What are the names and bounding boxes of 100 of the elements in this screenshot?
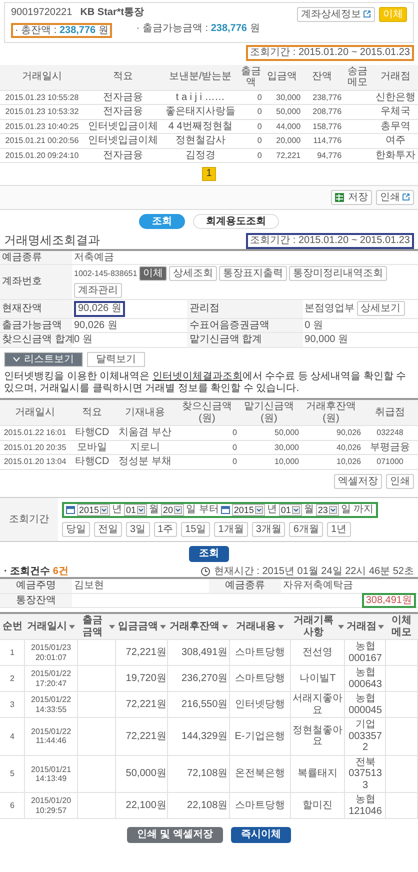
date-select[interactable]: 2015	[77, 504, 110, 516]
table-cell: 50,000원	[116, 755, 168, 792]
unit-label: 월	[304, 504, 314, 516]
table-cell: 치움겸 부산	[114, 426, 176, 440]
tool-button[interactable]: 엑셀저장	[334, 474, 382, 488]
table-cell: 전북 0375133	[344, 755, 386, 792]
field-value: 자유저축예탁금	[283, 580, 353, 591]
column-header: 거래일시	[0, 64, 84, 90]
field-value: 90,000 원	[304, 334, 348, 346]
table-cell: 10,026	[300, 454, 362, 469]
table-cell: 정현철감사	[162, 134, 240, 148]
action-button[interactable]: 통장표지출력	[219, 266, 288, 281]
action-button[interactable]: 이체	[139, 266, 168, 281]
date-select[interactable]: 01	[278, 504, 302, 516]
column-header: 적요	[84, 64, 162, 90]
field-label: 계좌번호	[0, 264, 72, 300]
print-button[interactable]: 인쇄	[376, 190, 414, 204]
table-cell: 238,776	[302, 90, 343, 104]
table-cell: 20,000	[262, 134, 302, 148]
notice-link[interactable]: 인터넷이체결과조회	[152, 371, 242, 382]
table-cell: 농협 000643	[344, 666, 386, 692]
table-cell: 40,026	[300, 440, 362, 454]
column-header: 출금액	[239, 64, 263, 90]
view-tab[interactable]: 달력보기	[87, 352, 145, 367]
period-button[interactable]: 3개월	[252, 522, 286, 537]
table-cell: 김정경	[162, 148, 240, 162]
action-button[interactable]: 상세보기	[356, 301, 405, 316]
period-button[interactable]: 1주	[154, 522, 178, 537]
period-button[interactable]: 6개월	[289, 522, 323, 537]
field-label: 출금가능금액	[0, 318, 72, 332]
table-cell: 3	[0, 692, 25, 718]
caret-icon	[174, 506, 182, 514]
column-header: 잔액	[302, 64, 343, 90]
table-cell: 타행CD	[70, 454, 114, 469]
table-cell: 2015/01/22 17:20:47	[24, 666, 78, 692]
date-select[interactable]: 23	[316, 504, 339, 516]
account-detail-button[interactable]: 계좌상세정보	[297, 7, 375, 22]
action-button[interactable]: 계좌관리	[74, 283, 122, 298]
column-header: 순번	[2, 620, 22, 632]
table-cell: 2015.01.20 13:04	[0, 454, 70, 469]
table-cell: 90,026	[300, 426, 362, 440]
table-cell: 2015/01/23 20:01:07	[24, 640, 78, 666]
table-cell: 0	[239, 104, 263, 119]
notice-text: 인터넷뱅킹을 이용한 이체내역은 인터넷이체결과조회에서 수수료 등 상세내역을 확인할 수 있으며, 거래일시를 클릭하시면 거래별 정보를 확인할 수 있습니다.	[3, 371, 408, 394]
field-value: 308,491원	[362, 592, 416, 608]
table-cell: 우체국	[372, 104, 418, 119]
clock-icon	[200, 566, 210, 576]
action-button[interactable]: 상세조회	[169, 266, 218, 281]
table-cell: 전선영	[290, 640, 345, 666]
table-cell: 2015.01.23 10:55:28	[0, 90, 84, 104]
field-label: 수표어음증권금액	[187, 318, 303, 332]
action-button[interactable]: 인쇄 및 엑셀저장	[127, 827, 223, 842]
table-cell: 기업 0033572	[344, 718, 386, 755]
tool-button[interactable]: 인쇄	[386, 474, 414, 488]
column-header: 입금금액	[118, 620, 158, 632]
table-cell: 정현철좋아요	[290, 718, 345, 755]
column-header: 취급점	[362, 399, 418, 426]
period-button[interactable]: 1개월	[214, 522, 248, 537]
action-button[interactable]: 통장미정리내역조회	[289, 266, 388, 281]
table-cell: 2015/01/21 14:13:49	[24, 755, 78, 792]
view-tab[interactable]: 리스트보기	[4, 352, 83, 367]
table-cell: 071000	[362, 454, 418, 469]
table-cell: 스마트당행	[229, 666, 290, 692]
date-select[interactable]: 20	[161, 504, 184, 516]
table-cell: 94,776	[302, 148, 343, 162]
field-label: 통장잔액	[0, 593, 72, 608]
table-cell: 0	[239, 119, 263, 134]
table-cell: 4	[0, 718, 25, 755]
table-cell: 한화투자	[372, 148, 418, 162]
period-button[interactable]: 3일	[126, 522, 150, 537]
date-select[interactable]: 2015	[232, 504, 265, 516]
column-header: 거래후잔액	[170, 620, 220, 632]
field-value: 1002-145-838651	[74, 268, 138, 278]
table-cell: 2015/01/22 14:33:55	[24, 692, 78, 718]
table-cell: 지로니	[114, 440, 176, 454]
unit-label: 년	[112, 504, 122, 516]
search-button[interactable]: 조회	[189, 546, 229, 562]
date-select[interactable]: 01	[124, 504, 148, 516]
period-text: 조회기간 : 2015.01.20 ~ 2015.01.23	[246, 233, 414, 248]
period-button[interactable]: 당일	[62, 522, 90, 537]
action-button[interactable]: 즉시이체	[230, 827, 291, 842]
save-button[interactable]: 저장	[331, 190, 372, 204]
search-button[interactable]: 회계용도조회	[193, 214, 279, 229]
period-button[interactable]: 전일	[94, 522, 122, 537]
table-cell: 좋은태지사랑들	[162, 104, 240, 119]
page-button[interactable]: 1	[202, 167, 216, 180]
table-cell: 4 4번째정현철	[162, 119, 240, 134]
table-cell: 인터넷입금이체	[84, 134, 162, 148]
table-cell: 10,000	[238, 454, 300, 469]
period-button[interactable]: 1년	[326, 522, 350, 537]
field-label: 예금종류	[209, 578, 281, 593]
table-cell: 할미진	[290, 792, 345, 818]
table-cell: 신한은행	[372, 90, 418, 104]
unit-label: 년	[266, 504, 277, 516]
table-cell: 72,221원	[116, 640, 168, 666]
table-cell: 22,108원	[168, 792, 230, 818]
period-button[interactable]: 15일	[181, 522, 210, 537]
table-cell: 0	[239, 90, 263, 104]
table-cell: 2015.01.23 10:53:32	[0, 104, 84, 119]
calendar-icon	[220, 505, 230, 514]
